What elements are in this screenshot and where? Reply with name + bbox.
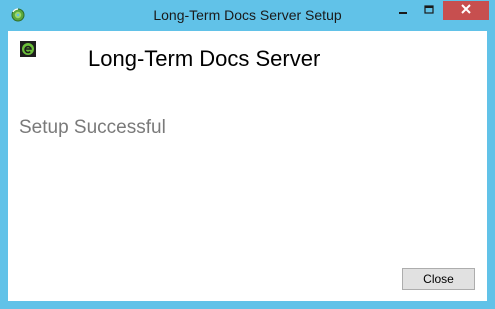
close-icon	[460, 2, 472, 20]
close-button[interactable]: Close	[402, 268, 475, 290]
maximize-button[interactable]	[416, 1, 442, 20]
product-name: Long-Term Docs Server	[88, 46, 321, 71]
minimize-icon	[398, 2, 408, 20]
setup-window: Long-Term Docs Server Setup Long-Term Do…	[0, 0, 495, 309]
setup-disc-icon	[10, 7, 26, 23]
minimize-button[interactable]	[390, 1, 416, 20]
title-bar[interactable]: Long-Term Docs Server Setup	[0, 0, 495, 31]
close-window-button[interactable]	[443, 1, 489, 20]
content-area: Long-Term Docs Server Setup Successful C…	[8, 31, 487, 301]
setup-status: Setup Successful	[19, 117, 166, 138]
product-logo-icon	[20, 41, 36, 57]
maximize-icon	[424, 2, 434, 20]
